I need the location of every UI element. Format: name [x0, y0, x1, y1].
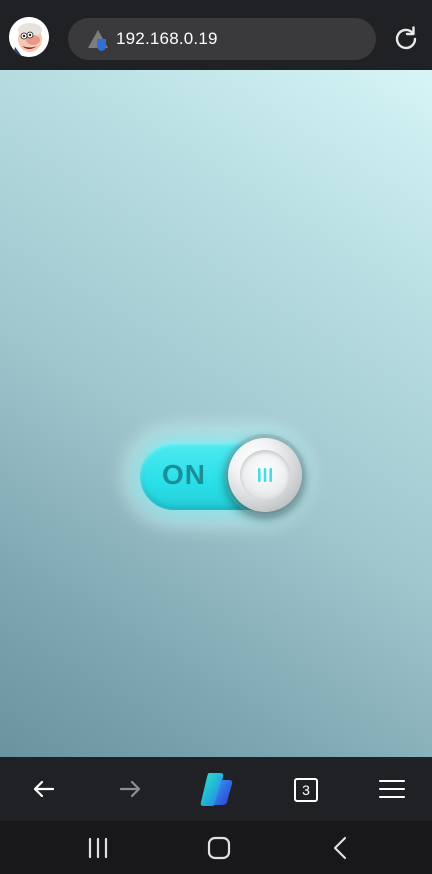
grip-lines-icon — [258, 468, 272, 482]
browser-screen: 192.168.0.19 ON 3 — [0, 0, 432, 874]
toggle-knob-face — [240, 450, 290, 500]
address-bar[interactable]: 192.168.0.19 — [68, 18, 376, 60]
forward-arrow-icon[interactable] — [113, 772, 147, 806]
url-text: 192.168.0.19 — [116, 29, 218, 48]
profile-avatar[interactable] — [9, 17, 49, 57]
reload-icon[interactable] — [391, 24, 421, 54]
back-arrow-icon[interactable] — [27, 772, 61, 806]
top-toolbar: 192.168.0.19 — [0, 0, 432, 70]
avatar-image — [9, 17, 49, 57]
site-info-icon[interactable] — [84, 26, 112, 52]
page-content: ON — [0, 70, 432, 757]
toggle-state-label: ON — [162, 459, 206, 490]
bottom-toolbar: 3 — [0, 757, 432, 821]
home-icon[interactable] — [205, 835, 233, 861]
tab-count-button[interactable]: 3 — [294, 778, 318, 802]
toggle-knob[interactable] — [228, 438, 302, 512]
hamburger-menu-icon[interactable] — [375, 772, 409, 806]
system-navigation-bar — [0, 821, 432, 874]
copilot-icon[interactable] — [197, 770, 237, 808]
recents-icon[interactable] — [84, 835, 112, 861]
chevron-left-icon[interactable] — [327, 835, 355, 861]
